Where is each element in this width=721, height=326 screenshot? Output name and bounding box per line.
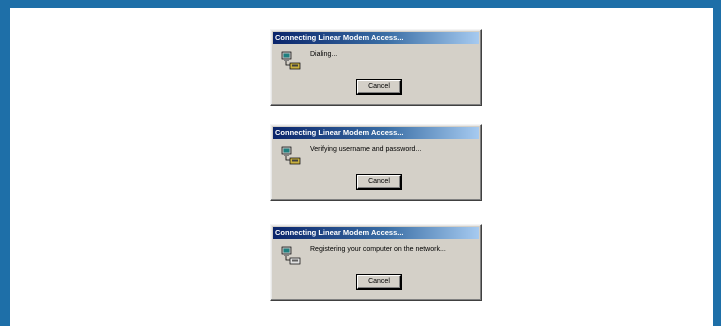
dialog-title[interactable]: Connecting Linear Modem Access... [273, 32, 479, 44]
connecting-dialog-dialing: Connecting Linear Modem Access... Dialin… [270, 29, 482, 106]
connecting-dialog-verifying: Connecting Linear Modem Access... Verify… [270, 124, 482, 201]
cancel-button[interactable]: Cancel [357, 175, 401, 189]
connecting-dialog-registering: Connecting Linear Modem Access... Regist… [270, 224, 482, 301]
status-message: Registering your computer on the network… [310, 246, 446, 253]
status-message: Verifying username and password... [310, 146, 422, 153]
dialup-computer-icon [281, 51, 301, 70]
dialup-computer-icon [281, 246, 301, 265]
status-message: Dialing... [310, 51, 338, 58]
dialup-computer-icon [281, 146, 301, 165]
cancel-button[interactable]: Cancel [357, 275, 401, 289]
dialog-title[interactable]: Connecting Linear Modem Access... [273, 127, 479, 139]
cancel-button[interactable]: Cancel [357, 80, 401, 94]
figure-frame: Connecting Linear Modem Access... Dialin… [10, 8, 713, 326]
dialog-title[interactable]: Connecting Linear Modem Access... [273, 227, 479, 239]
